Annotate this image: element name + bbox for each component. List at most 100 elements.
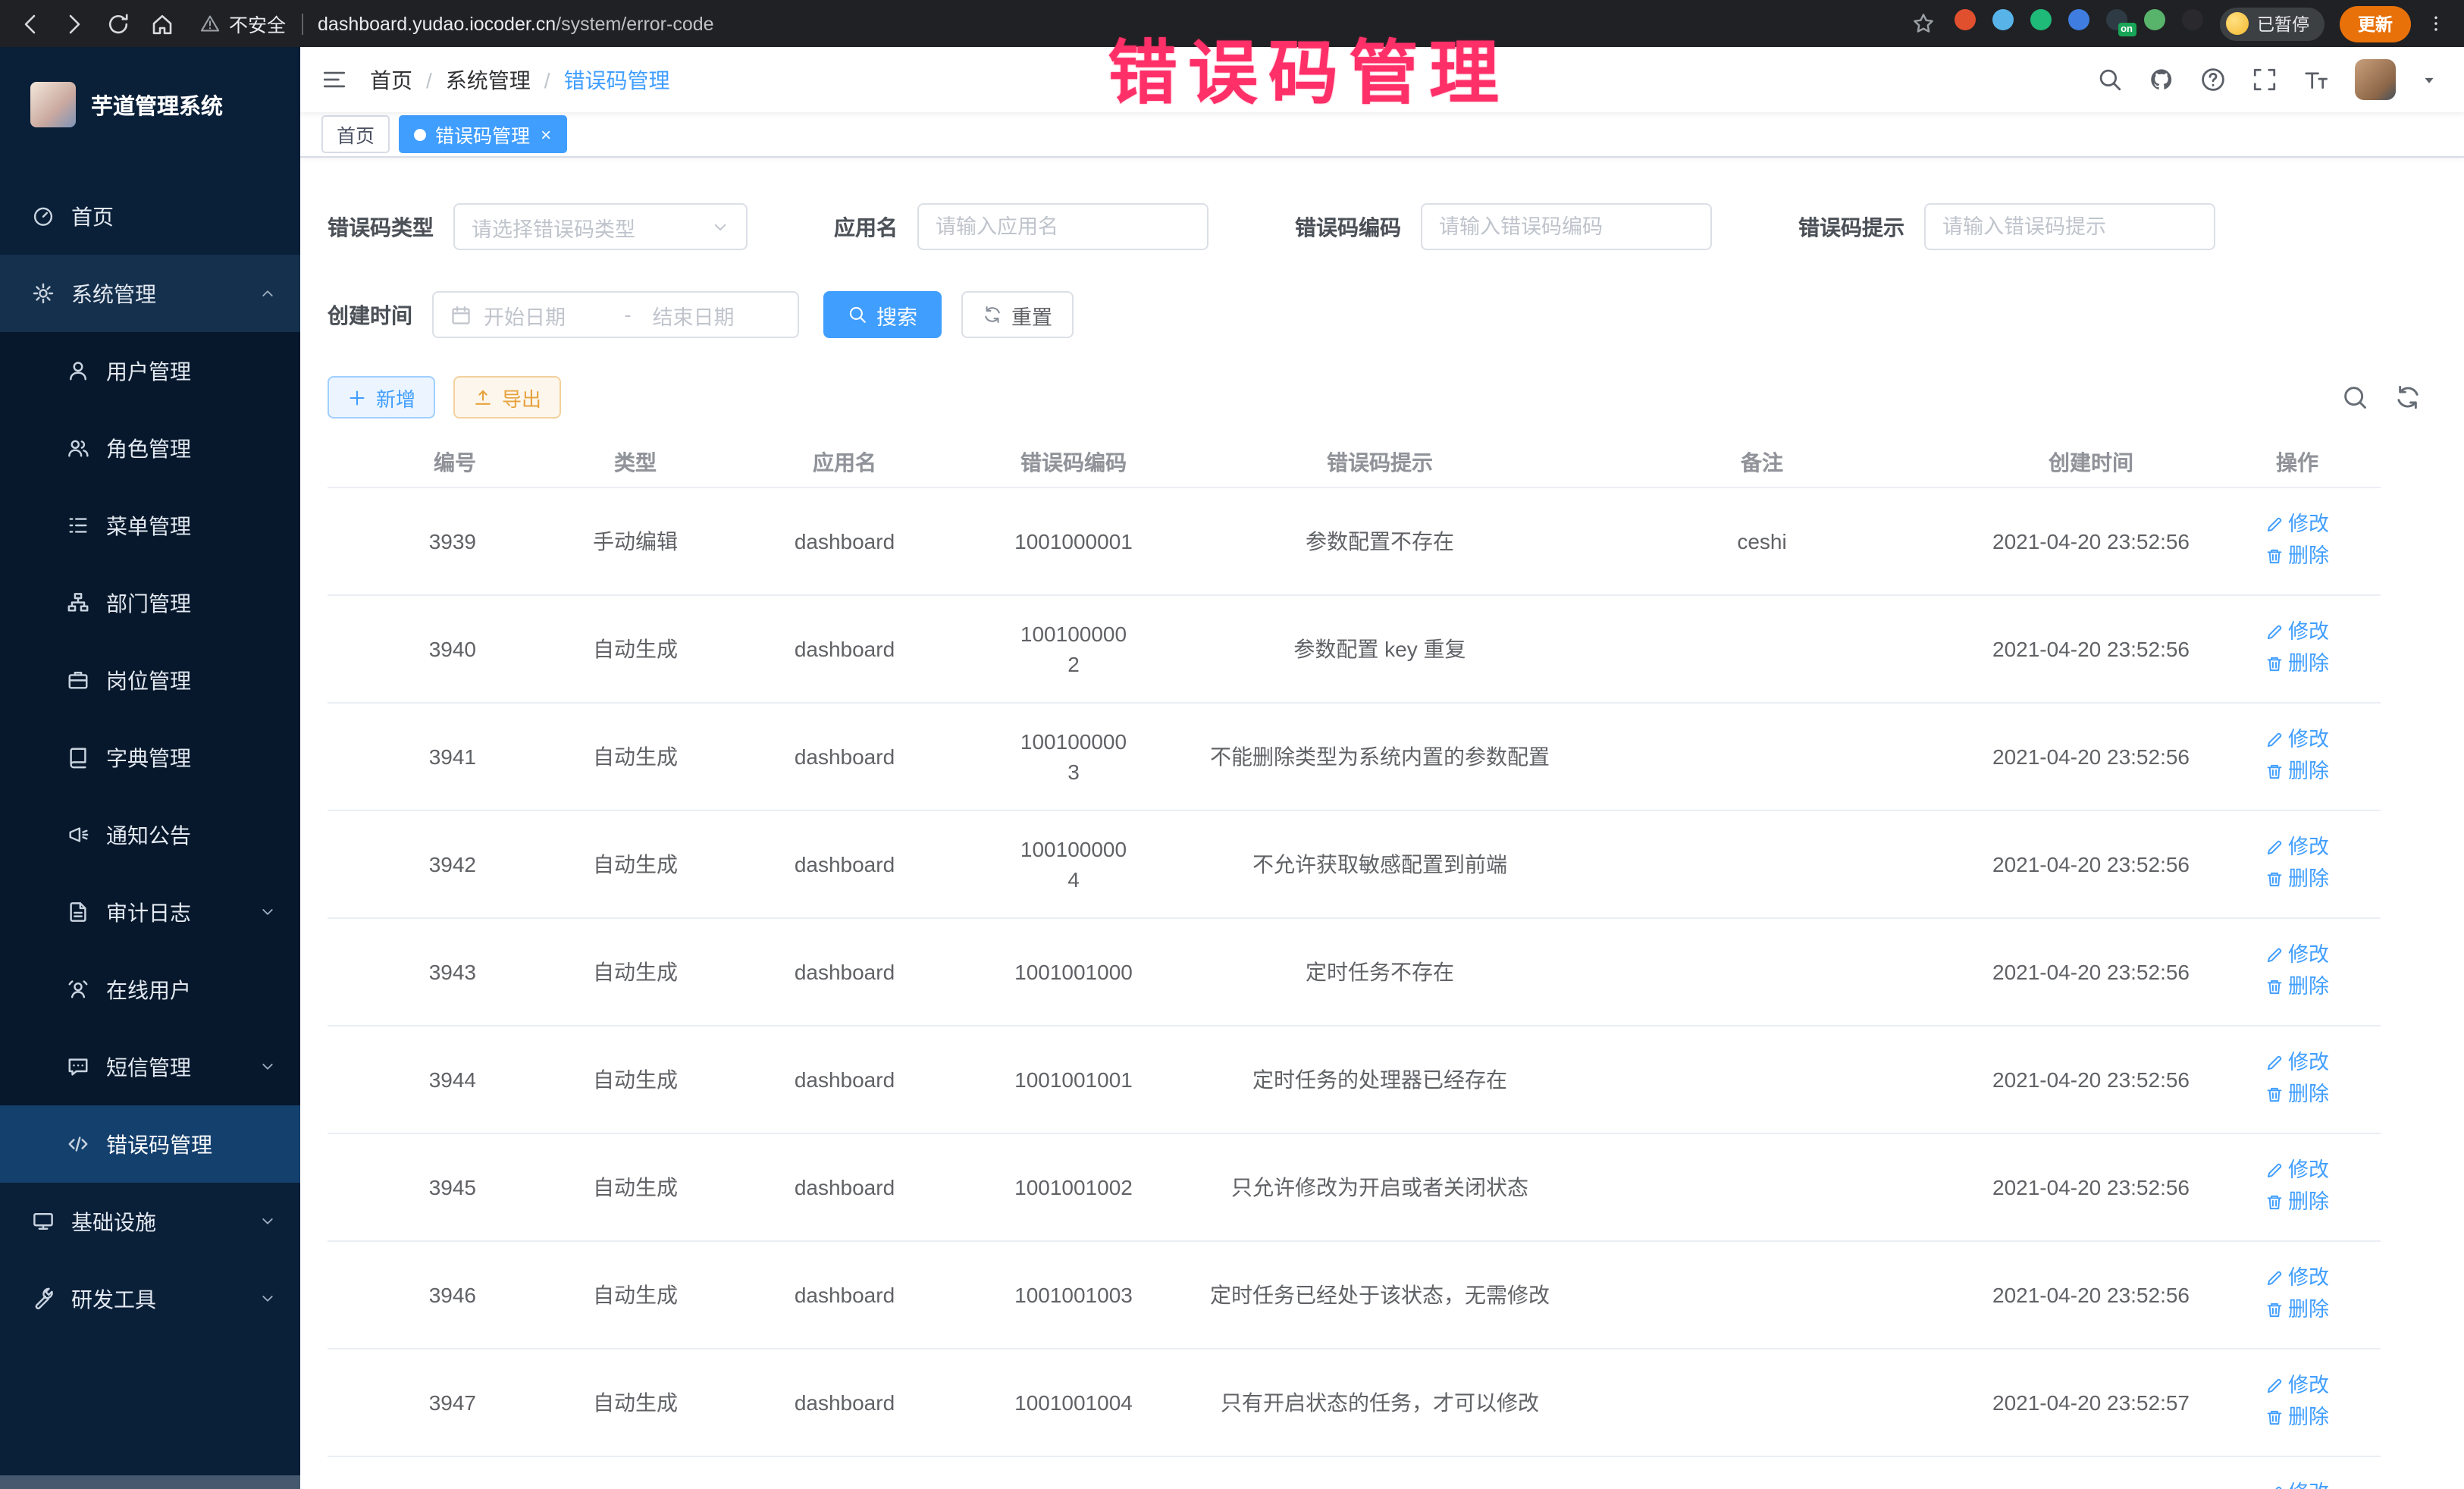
reset-button[interactable]: 重置 <box>961 291 1074 338</box>
delete-link[interactable]: 删除 <box>2265 756 2329 786</box>
extension-badge: on <box>2118 23 2136 36</box>
search-button[interactable]: 搜索 <box>823 291 942 338</box>
delete-link[interactable]: 删除 <box>2265 1186 2329 1217</box>
error-code-input[interactable] <box>1421 203 1712 250</box>
sidebar-item-system-management[interactable]: 系统管理 <box>0 255 300 332</box>
table-cell: 自动生成 <box>525 1348 746 1456</box>
github-icon[interactable] <box>2149 67 2174 92</box>
edit-link[interactable]: 修改 <box>2265 1370 2329 1400</box>
user-avatar[interactable] <box>2355 59 2396 100</box>
chevron-down-icon <box>259 1290 276 1307</box>
sidebar-item-dev-tools[interactable]: 研发工具 <box>0 1260 300 1337</box>
edit-link[interactable]: 修改 <box>2265 616 2329 647</box>
column-header: 操作 <box>2214 440 2381 487</box>
breadcrumb-item[interactable]: 首页 <box>370 64 412 95</box>
app-logo[interactable]: 芋道管理系统 <box>0 47 300 162</box>
delete-link[interactable]: 删除 <box>2265 864 2329 894</box>
extension-icon[interactable] <box>2143 9 2165 30</box>
sidebar-item-online-user[interactable]: 在线用户 <box>0 951 300 1028</box>
breadcrumb-item[interactable]: 系统管理 <box>446 64 531 95</box>
sidebar-item-home[interactable]: 首页 <box>0 177 300 255</box>
edit-link-label: 修改 <box>2288 724 2329 754</box>
table-cell: 2021-04-20 23:52:56 <box>1968 594 2214 702</box>
chevron-down-icon <box>259 904 276 920</box>
forward-icon[interactable] <box>62 11 86 36</box>
filter-error-hint-label: 错误码提示 <box>1798 212 1904 242</box>
sidebar-item-sms-management[interactable]: 短信管理 <box>0 1028 300 1105</box>
table-search-toggle-icon[interactable] <box>2341 384 2368 411</box>
sidebar-item-user-management[interactable]: 用户管理 <box>0 332 300 409</box>
table-cell: 自动生成 <box>525 1456 746 1489</box>
fullscreen-icon[interactable] <box>2252 67 2277 92</box>
sidebar-toggle-hamburger-icon[interactable] <box>321 67 347 92</box>
home-icon[interactable] <box>150 11 174 36</box>
delete-link[interactable]: 删除 <box>2265 1079 2329 1109</box>
extension-icon[interactable] <box>1992 9 2013 30</box>
table-cell: 不允许获取敏感配置到前端 <box>1204 810 1556 917</box>
table-cell: 3942 <box>328 810 525 917</box>
back-icon[interactable] <box>18 11 42 36</box>
delete-link[interactable]: 删除 <box>2265 1294 2329 1324</box>
sidebar-item-post-management[interactable]: 岗位管理 <box>0 641 300 719</box>
edit-link[interactable]: 修改 <box>2265 724 2329 754</box>
actions-cell: 修改删除 <box>2214 702 2381 810</box>
delete-icon <box>2265 870 2284 888</box>
extension-icon[interactable] <box>2181 9 2202 30</box>
tag-view-tab[interactable]: 首页 <box>321 115 390 153</box>
error-type-select[interactable]: 请选择错误码类型 <box>453 203 748 250</box>
sidebar-item-label: 角色管理 <box>106 433 276 463</box>
table-cell: 定时任务已经处于该状态，无需修改 <box>1204 1240 1556 1348</box>
edit-link[interactable]: 修改 <box>2265 832 2329 862</box>
sidebar-item-audit-log[interactable]: 审计日志 <box>0 873 300 951</box>
audit-log-icon <box>67 901 89 923</box>
extension-icon[interactable] <box>2067 9 2089 30</box>
app-name-input[interactable] <box>917 203 1208 250</box>
delete-link[interactable]: 删除 <box>2265 971 2329 1002</box>
delete-link[interactable]: 删除 <box>2265 1402 2329 1432</box>
help-icon[interactable] <box>2200 67 2226 92</box>
table-refresh-icon[interactable] <box>2394 384 2422 411</box>
font-size-icon[interactable] <box>2303 67 2329 92</box>
edit-link[interactable]: 修改 <box>2265 1155 2329 1185</box>
sidebar-item-dept-management[interactable]: 部门管理 <box>0 564 300 641</box>
extension-icon[interactable]: on <box>2105 9 2127 30</box>
edit-link[interactable]: 修改 <box>2265 1047 2329 1077</box>
sidebar-item-menu-management[interactable]: 菜单管理 <box>0 487 300 564</box>
add-button[interactable]: 新增 <box>328 376 435 418</box>
edit-icon <box>2265 730 2284 748</box>
address-bar[interactable]: 不安全 dashboard.yudao.iocoder.cn/system/er… <box>200 9 714 38</box>
bookmark-star-icon[interactable] <box>1911 12 1934 35</box>
delete-link[interactable]: 删除 <box>2265 541 2329 571</box>
close-tab-icon[interactable]: × <box>541 125 551 143</box>
create-time-range-picker[interactable]: 开始日期 - 结束日期 <box>432 291 799 338</box>
edit-link-label: 修改 <box>2288 616 2329 647</box>
sidebar-item-label: 审计日志 <box>106 897 259 927</box>
table-cell: 2021-04-20 23:52:56 <box>1968 487 2214 594</box>
reload-icon[interactable] <box>106 11 130 36</box>
export-button[interactable]: 导出 <box>453 376 561 418</box>
sidebar-item-role-management[interactable]: 角色管理 <box>0 409 300 487</box>
sidebar-item-notice[interactable]: 通知公告 <box>0 796 300 873</box>
edit-link[interactable]: 修改 <box>2265 1478 2329 1489</box>
error-hint-input[interactable] <box>1924 203 2215 250</box>
extension-icon[interactable] <box>2030 9 2051 30</box>
sidebar-item-dict-management[interactable]: 字典管理 <box>0 719 300 796</box>
sidebar-item-label: 基础设施 <box>71 1206 259 1237</box>
sidebar-item-infrastructure[interactable]: 基础设施 <box>0 1183 300 1260</box>
edit-link[interactable]: 修改 <box>2265 1262 2329 1293</box>
tag-view-tab[interactable]: 错误码管理× <box>399 115 566 153</box>
breadcrumb-separator: / <box>544 67 550 92</box>
browser-update-button[interactable]: 更新 <box>2340 5 2411 42</box>
delete-link-label: 删除 <box>2288 541 2329 571</box>
caret-down-icon[interactable] <box>2422 72 2437 87</box>
edit-link[interactable]: 修改 <box>2265 509 2329 539</box>
extension-icon[interactable] <box>1954 9 1975 30</box>
edit-link[interactable]: 修改 <box>2265 939 2329 970</box>
delete-link[interactable]: 删除 <box>2265 648 2329 679</box>
browser-menu-icon[interactable] <box>2426 14 2446 33</box>
delete-icon <box>2265 977 2284 995</box>
browser-profile-button[interactable]: 已暂停 <box>2219 7 2324 40</box>
tab-label: 首页 <box>337 120 375 149</box>
sidebar-item-error-code[interactable]: 错误码管理 <box>0 1105 300 1183</box>
search-icon[interactable] <box>2097 67 2123 92</box>
